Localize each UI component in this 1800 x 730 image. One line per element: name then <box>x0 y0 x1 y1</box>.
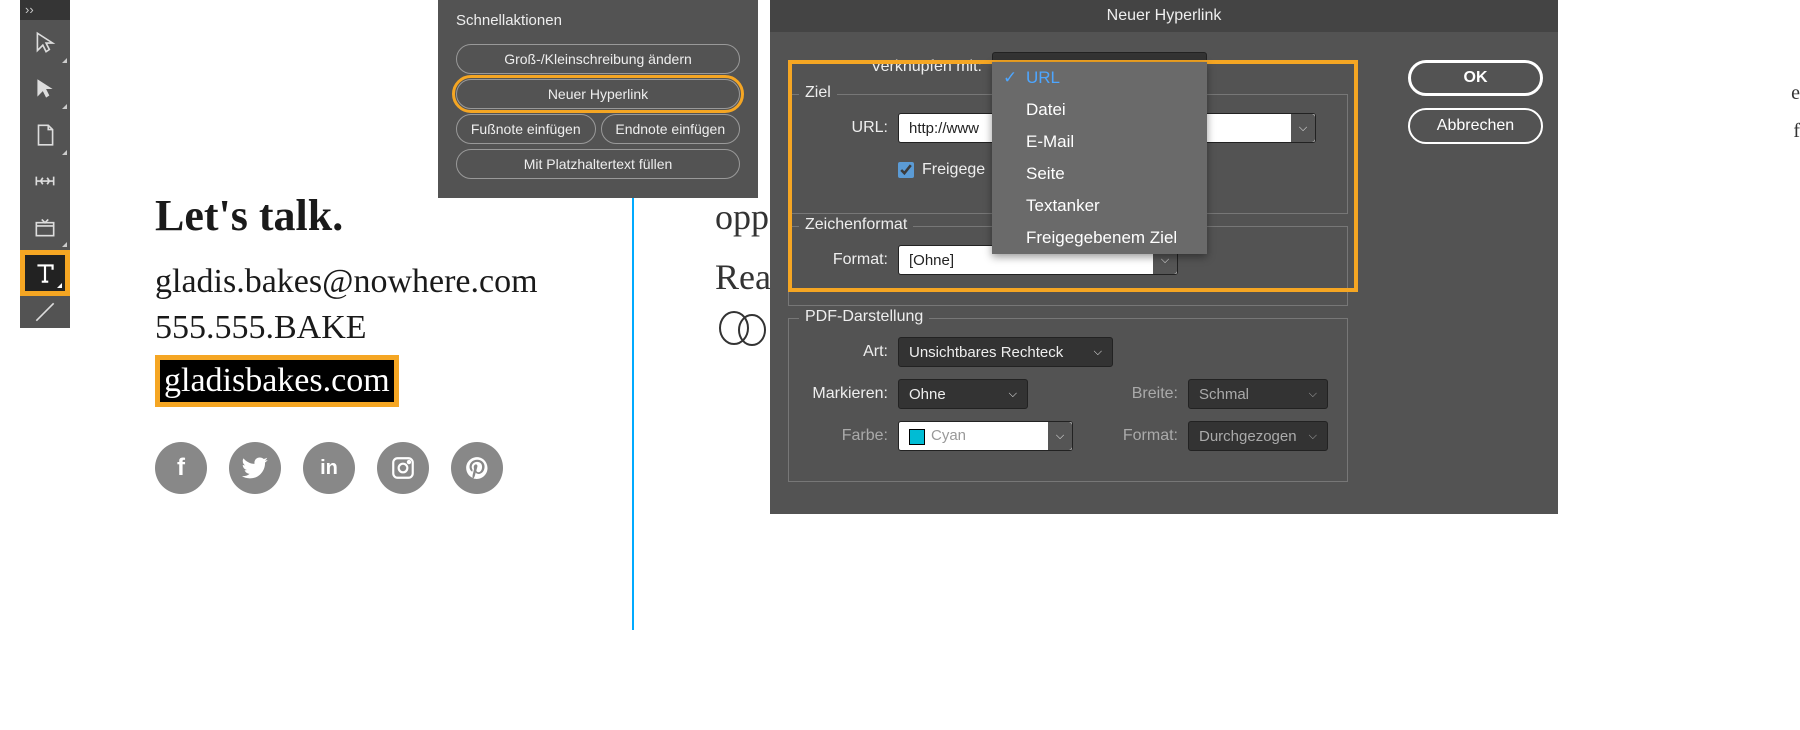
dialog-buttons: OK Abbrechen <box>1408 60 1543 144</box>
content-collector-tool[interactable] <box>20 204 70 250</box>
document-content: Let's talk. gladis.bakes@nowhere.com 555… <box>155 190 538 494</box>
pdf-fieldset: PDF-Darstellung Art: Unsichtbares Rechte… <box>788 318 1348 482</box>
color-value: Cyan <box>931 427 966 444</box>
bg-text-1: opp <box>715 196 769 238</box>
art-value: Unsichtbares Rechteck <box>909 344 1063 361</box>
link-to-dropdown: URL Datei E-Mail Seite Textanker Freigeg… <box>992 62 1207 254</box>
bg-text-2: Rea <box>715 256 771 298</box>
ok-button[interactable]: OK <box>1408 60 1543 96</box>
dropdown-option-textanchor[interactable]: Textanker <box>992 190 1207 222</box>
toolbar-collapse[interactable]: ›› <box>20 0 70 20</box>
instagram-icon <box>377 442 429 494</box>
dropdown-option-email[interactable]: E-Mail <box>992 126 1207 158</box>
direct-selection-tool[interactable] <box>20 66 70 112</box>
shared-checkbox[interactable]: Freigege <box>898 161 985 179</box>
charformat-legend: Zeichenformat <box>799 216 913 234</box>
color-label: Farbe: <box>803 427 898 445</box>
style-label: Format: <box>1073 427 1188 445</box>
pinterest-icon <box>451 442 503 494</box>
format-value: [Ohne] <box>909 252 954 269</box>
chevron-down-icon: ⌵ <box>1309 430 1317 443</box>
dropdown-option-url[interactable]: URL <box>992 62 1207 94</box>
art-label: Art: <box>803 343 898 361</box>
social-row: f in <box>155 442 538 494</box>
chevron-down-icon[interactable]: ⌵ <box>1048 422 1072 450</box>
width-select[interactable]: Schmal ⌵ <box>1188 379 1328 409</box>
type-tool[interactable] <box>20 250 70 296</box>
width-label: Breite: <box>1028 385 1188 403</box>
quick-actions-title: Schnellaktionen <box>438 0 758 39</box>
gap-tool[interactable] <box>20 158 70 204</box>
dropdown-option-file[interactable]: Datei <box>992 94 1207 126</box>
new-hyperlink-button[interactable]: Neuer Hyperlink <box>456 79 740 109</box>
change-case-button[interactable]: Groß-/Kleinschreibung ändern <box>456 44 740 74</box>
style-select[interactable]: Durchgezogen ⌵ <box>1188 421 1328 451</box>
quick-actions-panel: Schnellaktionen Groß-/Kleinschreibung än… <box>438 0 758 198</box>
style-value: Durchgezogen <box>1199 428 1297 445</box>
insert-footnote-button[interactable]: Fußnote einfügen <box>456 114 596 144</box>
chevron-down-icon: ⌵ <box>1309 388 1317 401</box>
chevron-down-icon: ⌵ <box>1009 388 1017 401</box>
twitter-icon <box>229 442 281 494</box>
chevron-down-icon[interactable]: ⌵ <box>1291 114 1315 142</box>
linkedin-icon: in <box>303 442 355 494</box>
page-tool[interactable] <box>20 112 70 158</box>
tools-panel: ›› <box>20 0 70 328</box>
dropdown-option-page[interactable]: Seite <box>992 158 1207 190</box>
chevron-down-icon: ⌵ <box>1094 346 1102 359</box>
mark-label: Markieren: <box>803 385 898 403</box>
selection-tool[interactable] <box>20 20 70 66</box>
shared-checkbox-label: Freigege <box>922 161 985 179</box>
color-select[interactable]: Cyan ⌵ <box>898 421 1073 451</box>
selected-url-text[interactable]: gladisbakes.com <box>155 355 399 407</box>
cyan-swatch <box>909 429 925 445</box>
mark-value: Ohne <box>909 386 946 403</box>
insert-endnote-button[interactable]: Endnote einfügen <box>601 114 741 144</box>
pdf-legend: PDF-Darstellung <box>799 308 929 326</box>
side-text-2: f <box>1793 120 1800 143</box>
cancel-button[interactable]: Abbrechen <box>1408 108 1543 144</box>
dialog-title: Neuer Hyperlink <box>770 0 1558 32</box>
dropdown-option-shared[interactable]: Freigegebenem Ziel <box>992 222 1207 254</box>
link-to-label: Verknüpfen mit: <box>842 58 992 76</box>
facebook-icon: f <box>155 442 207 494</box>
shared-checkbox-input[interactable] <box>898 162 914 178</box>
balloon-doodle <box>714 310 768 370</box>
phone-text: 555.555.BAKE <box>155 309 538 347</box>
url-value: http://www <box>909 120 979 137</box>
url-label: URL: <box>803 119 898 137</box>
ziel-legend: Ziel <box>799 84 837 102</box>
format-label: Format: <box>803 251 898 269</box>
side-text-1: e <box>1791 82 1800 105</box>
line-tool[interactable] <box>20 296 70 328</box>
email-text: gladis.bakes@nowhere.com <box>155 263 538 301</box>
mark-select[interactable]: Ohne ⌵ <box>898 379 1028 409</box>
art-select[interactable]: Unsichtbares Rechteck ⌵ <box>898 337 1113 367</box>
width-value: Schmal <box>1199 386 1249 403</box>
fill-placeholder-button[interactable]: Mit Platzhaltertext füllen <box>456 149 740 179</box>
